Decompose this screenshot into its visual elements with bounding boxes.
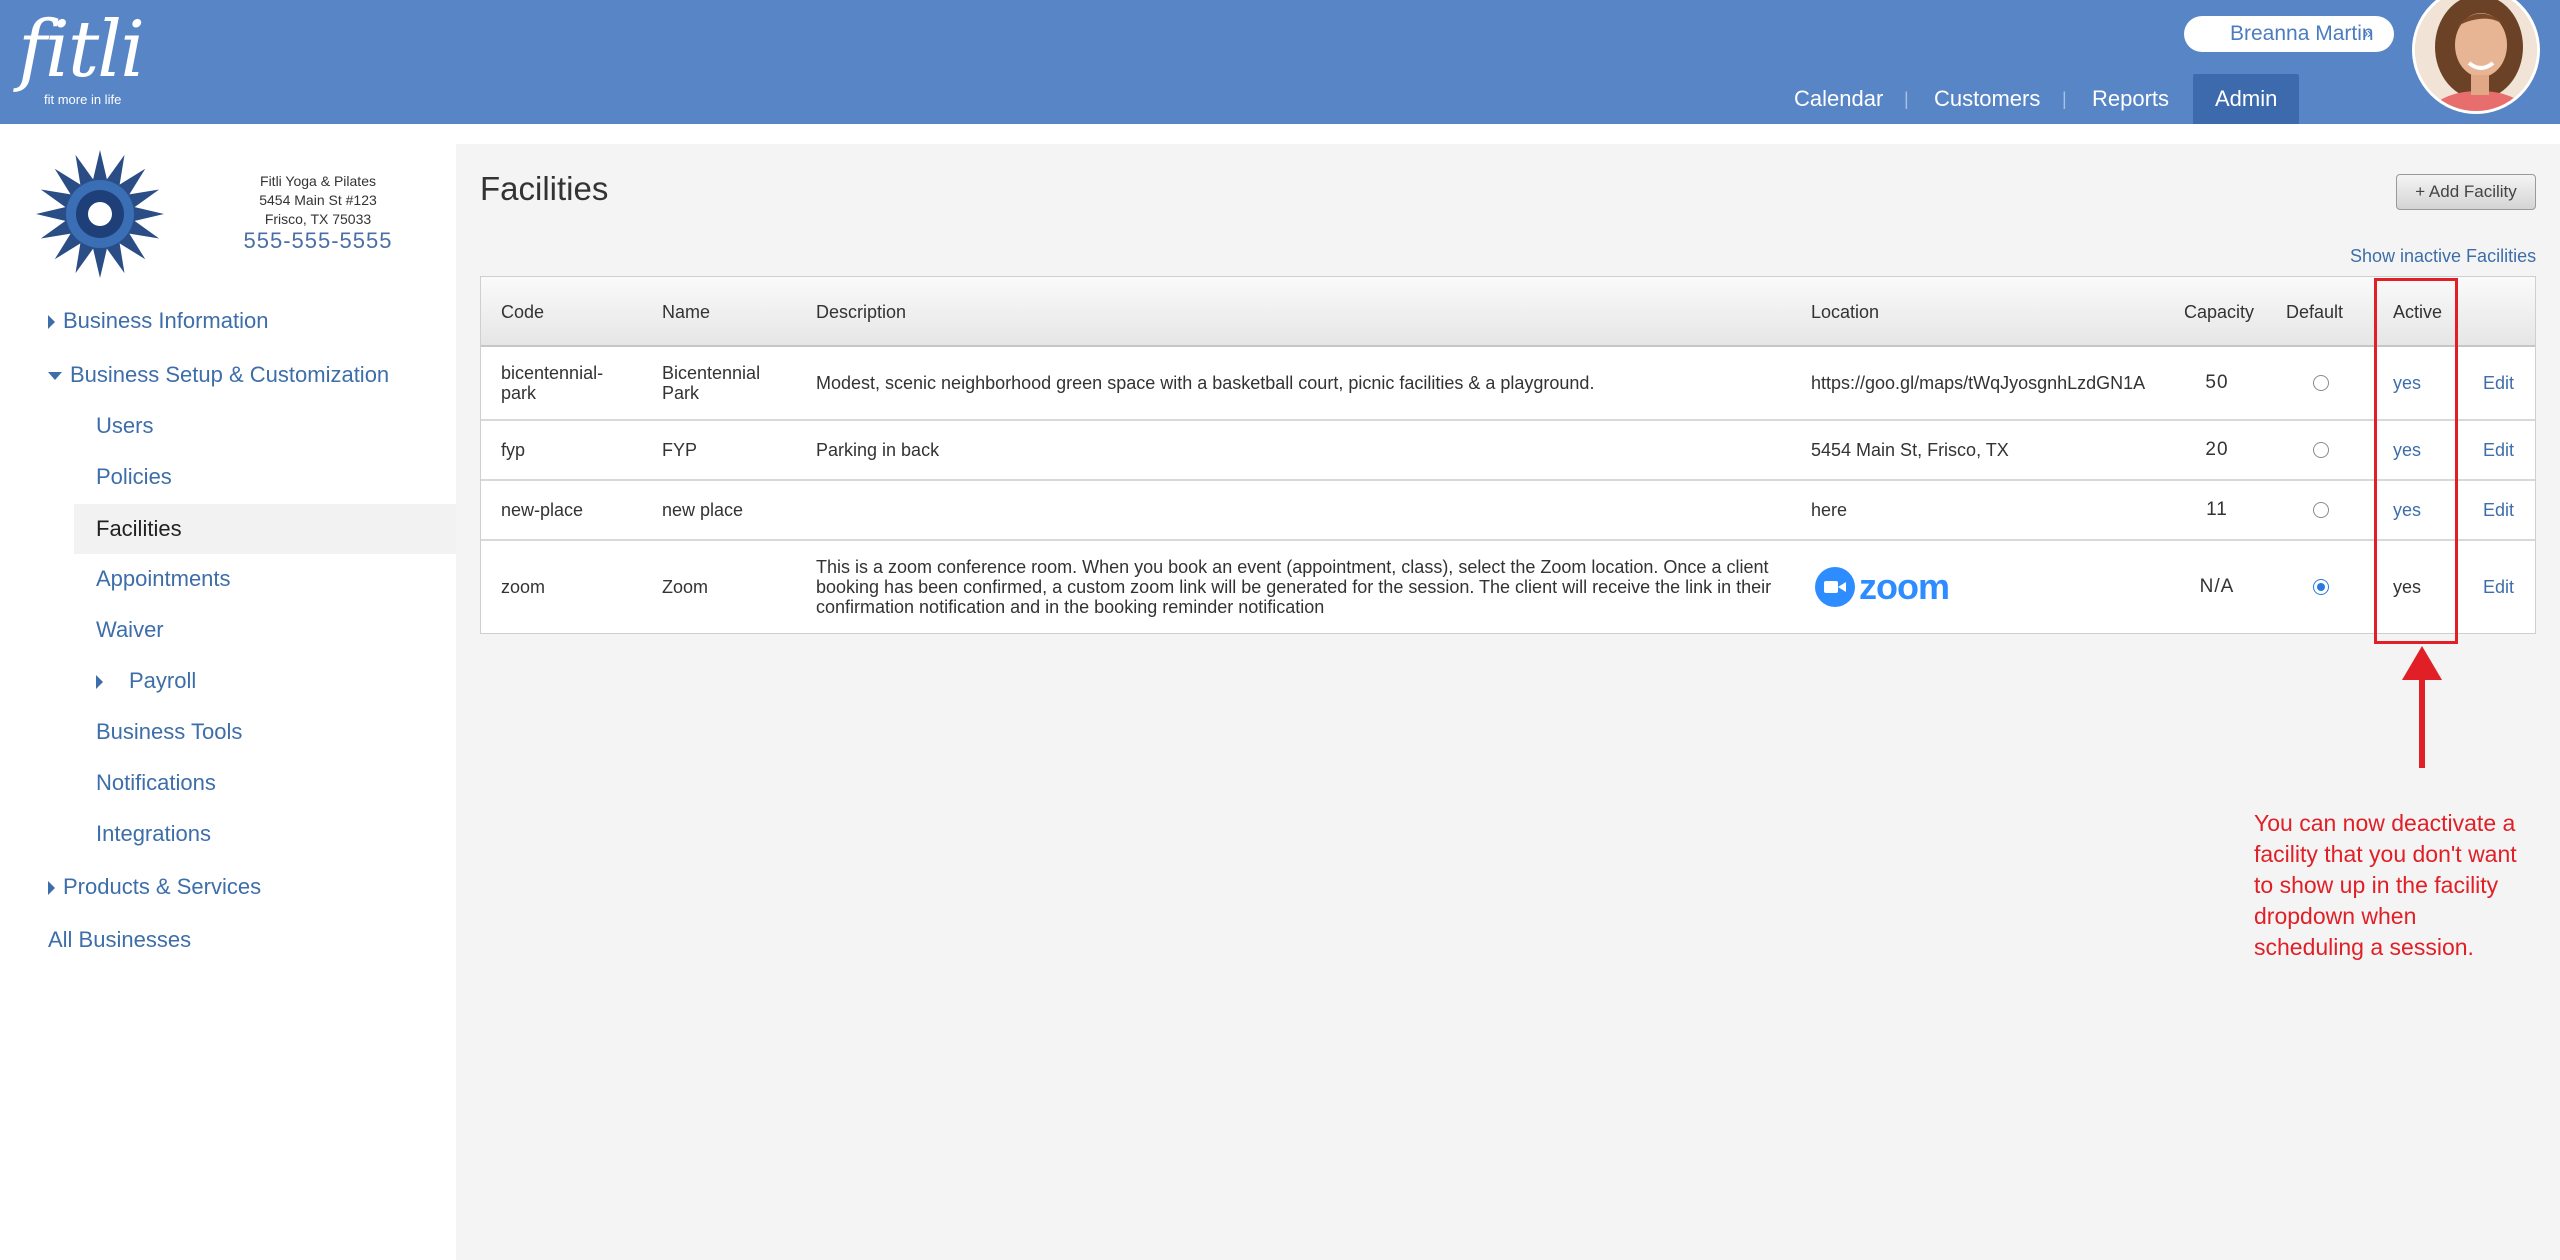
cell-description: This is a zoom conference room. When you… [816,557,1772,617]
column-header-capacity: Capacity [2184,302,2255,322]
table-row: bicentennial-park Bicentennial Park Mode… [481,347,2535,421]
nav-calendar[interactable]: Calendar [1794,74,1883,124]
business-phone: 555-555-5555 [243,228,393,253]
annotation-note: You can now deactivate a facility that y… [2254,810,2517,960]
sidebar-item-business-tools[interactable]: Business Tools [96,719,242,745]
caret-right-icon [48,881,55,896]
cell-code: bicentennial-park [501,363,604,403]
cell-name: Bicentennial Park [662,363,761,403]
cell-location: here [1811,499,1848,520]
column-header-location: Location [1811,302,1880,322]
page-title: Facilities [480,170,609,207]
sidebar-item-payroll[interactable]: Payroll [96,668,196,694]
nav-admin[interactable]: Admin [2193,74,2300,124]
sidebar-item-products-services[interactable]: Products & Services [48,874,261,900]
sidebar-item-waiver[interactable]: Waiver [96,617,164,643]
sidebar-item-facilities[interactable]: Facilities [74,504,456,554]
sidebar-item-policies[interactable]: Policies [96,464,172,490]
sidebar-item-all-businesses[interactable]: All Businesses [48,927,191,953]
user-name: Breanna Martin [2230,22,2374,45]
radio-button[interactable] [2313,442,2329,458]
cell-capacity: 20 [2205,439,2229,460]
cell-location: zoom [1815,541,2175,633]
cell-capacity: N/A [2199,576,2235,597]
cell-name: Zoom [662,577,709,597]
show-inactive-link[interactable]: Show inactive Facilities [2350,246,2536,267]
main-content: Facilities + Add Facility Show inactive … [456,144,2560,1260]
facilities-table: Code Name Description Location Capacity … [480,276,2536,634]
zoom-wordmark: zoom [1859,566,1950,607]
edit-link[interactable]: Edit [2483,481,2514,539]
cell-description: Parking in back [816,440,940,460]
arrow-up-icon [2402,646,2442,680]
sidebar-item-label: Business Setup & Customization [70,362,390,387]
column-header-default: Default [2286,302,2344,322]
video-camera-icon [1815,567,1855,607]
column-header-name: Name [662,302,711,322]
add-facility-button[interactable]: + Add Facility [2396,174,2536,210]
business-name: Fitli Yoga & Pilates [260,173,376,189]
chevron-down-icon: » [2363,25,2372,42]
business-logo-icon [36,150,164,278]
cell-description: Modest, scenic neighborhood green space … [816,373,1595,393]
table-row: new-place new place here 11 yes Edit [481,481,2535,541]
active-column-highlight [2374,278,2458,644]
sidebar-item-notifications[interactable]: Notifications [96,770,216,796]
sidebar-item-label: Business Information [63,308,269,333]
nav-customers[interactable]: Customers [1934,74,2040,124]
business-address: Fitli Yoga & Pilates 5454 Main St #123 F… [218,172,418,229]
nav-reports[interactable]: Reports [2092,74,2169,124]
caret-down-icon [48,372,62,381]
default-radio[interactable] [2313,421,2329,479]
nav-divider: | [2062,89,2067,109]
table-row: fyp FYP Parking in back 5454 Main St, Fr… [481,421,2535,481]
radio-button[interactable] [2313,502,2329,518]
user-menu[interactable]: Breanna Martin » [2184,16,2394,52]
cell-description [816,481,1776,539]
column-header-description: Description [816,302,907,322]
cell-location: https://goo.gl/maps/tWqJyosgnhLzdGN1A [1811,372,2146,393]
business-address-line1: 5454 Main St #123 [259,192,377,208]
sidebar: Fitli Yoga & Pilates 5454 Main St #123 F… [0,124,456,1260]
edit-link[interactable]: Edit [2483,347,2514,419]
main-nav: Calendar | Customers | Reports Admin [0,74,2560,124]
cell-location: 5454 Main St, Frisco, TX [1811,439,2009,460]
default-radio[interactable] [2313,481,2329,539]
sidebar-item-business-setup[interactable]: Business Setup & Customization [48,362,389,388]
sidebar-item-integrations[interactable]: Integrations [96,821,211,847]
top-header: fitli fit more in life Breanna Martin » … [0,0,2560,124]
nav-divider: | [1904,89,1909,109]
sidebar-item-label: Products & Services [63,874,262,899]
business-address-line2: Frisco, TX 75033 [264,211,372,227]
cell-capacity: 50 [2205,372,2229,393]
sidebar-item-label: Payroll [129,668,197,693]
arrow-shaft [2419,676,2425,768]
cell-code: new-place [501,500,584,520]
radio-button[interactable] [2313,375,2329,391]
cell-capacity: 11 [2206,499,2228,520]
sidebar-item-users[interactable]: Users [96,413,153,439]
caret-right-icon [48,315,55,330]
column-header-code: Code [501,302,545,322]
cell-name: new place [662,500,744,520]
sidebar-item-appointments[interactable]: Appointments [96,566,231,592]
edit-link[interactable]: Edit [2483,541,2514,633]
default-radio[interactable] [2313,541,2329,633]
zoom-logo-icon: zoom [1815,566,1950,608]
caret-right-icon [96,675,103,690]
sidebar-item-business-information[interactable]: Business Information [48,308,268,334]
table-header: Code Name Description Location Capacity … [481,277,2535,347]
cell-code: zoom [501,577,546,597]
radio-button-selected[interactable] [2313,579,2329,595]
cell-name: FYP [662,440,698,460]
table-row: zoom Zoom This is a zoom conference room… [481,541,2535,633]
cell-code: fyp [501,440,526,460]
default-radio[interactable] [2313,347,2329,419]
edit-link[interactable]: Edit [2483,421,2514,479]
